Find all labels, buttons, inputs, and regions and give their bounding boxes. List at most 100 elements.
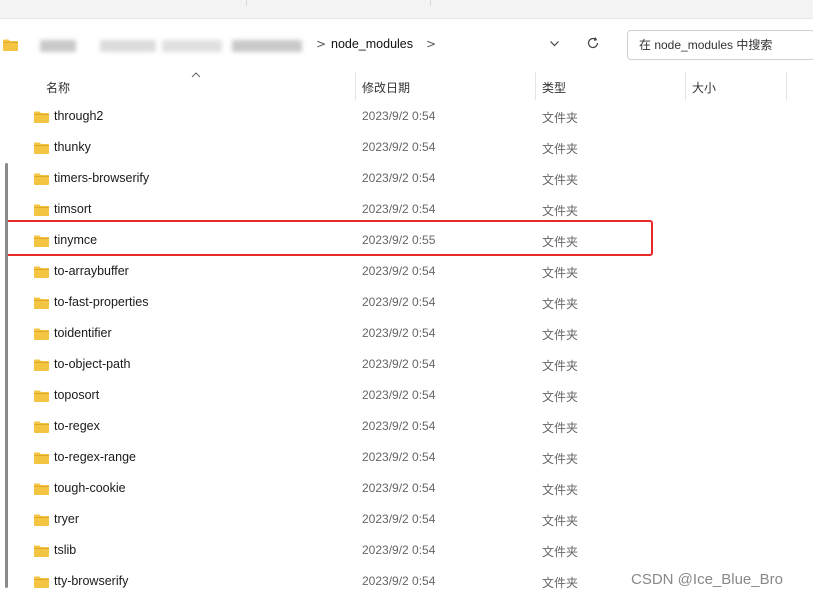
folder-icon xyxy=(3,39,18,51)
file-type: 文件夹 xyxy=(542,514,579,528)
folder-icon xyxy=(34,204,49,216)
file-name: to-object-path xyxy=(54,357,131,371)
file-modified-date: 2023/9/2 0:54 xyxy=(362,419,436,433)
file-type: 文件夹 xyxy=(542,142,579,156)
file-type: 文件夹 xyxy=(542,390,579,404)
list-item[interactable]: toposort 2023/9/2 0:54 文件夹 xyxy=(0,380,813,411)
list-item[interactable]: tslib 2023/9/2 0:54 文件夹 xyxy=(0,535,813,566)
search-box[interactable] xyxy=(627,30,813,60)
file-modified-date: 2023/9/2 0:54 xyxy=(362,295,436,309)
file-name: to-fast-properties xyxy=(54,295,149,309)
list-item[interactable]: tryer 2023/9/2 0:54 文件夹 xyxy=(0,504,813,535)
file-type: 文件夹 xyxy=(542,204,579,218)
window-top-strip xyxy=(0,0,813,19)
file-modified-date: 2023/9/2 0:54 xyxy=(362,543,436,557)
file-type: 文件夹 xyxy=(542,173,579,187)
file-modified-date: 2023/9/2 0:54 xyxy=(362,357,436,371)
breadcrumb-current[interactable]: node_modules xyxy=(331,37,413,51)
breadcrumb-separator[interactable]: > xyxy=(426,37,436,51)
list-item[interactable]: toidentifier 2023/9/2 0:54 文件夹 xyxy=(0,318,813,349)
file-modified-date: 2023/9/2 0:54 xyxy=(362,512,436,526)
list-item[interactable]: to-arraybuffer 2023/9/2 0:54 文件夹 xyxy=(0,256,813,287)
list-item[interactable]: timsort 2023/9/2 0:54 文件夹 xyxy=(0,194,813,225)
file-type: 文件夹 xyxy=(542,359,579,373)
folder-icon xyxy=(34,359,49,371)
column-header-type[interactable]: 类型 xyxy=(542,79,566,96)
file-name: through2 xyxy=(54,109,104,123)
file-modified-date: 2023/9/2 0:54 xyxy=(362,388,436,402)
file-name: toposort xyxy=(54,388,100,402)
column-divider[interactable] xyxy=(535,72,536,100)
file-type: 文件夹 xyxy=(542,328,579,342)
file-type: 文件夹 xyxy=(542,576,579,590)
column-divider[interactable] xyxy=(685,72,686,100)
file-modified-date: 2023/9/2 0:54 xyxy=(362,481,436,495)
file-type: 文件夹 xyxy=(542,483,579,497)
column-header-row: 名称 修改日期 类型 大小 xyxy=(0,72,813,102)
address-bar[interactable]: > node_modules > xyxy=(0,30,612,60)
list-item[interactable]: to-regex 2023/9/2 0:54 文件夹 xyxy=(0,411,813,442)
file-modified-date: 2023/9/2 0:54 xyxy=(362,264,436,278)
file-type: 文件夹 xyxy=(542,452,579,466)
folder-icon xyxy=(34,390,49,402)
file-type: 文件夹 xyxy=(542,545,579,559)
blurred-path-segment xyxy=(40,40,76,52)
list-item[interactable]: tough-cookie 2023/9/2 0:54 文件夹 xyxy=(0,473,813,504)
column-header-size[interactable]: 大小 xyxy=(692,79,716,96)
list-item[interactable]: to-fast-properties 2023/9/2 0:54 文件夹 xyxy=(0,287,813,318)
folder-icon xyxy=(34,266,49,278)
file-name: to-regex xyxy=(54,419,100,433)
file-name: tough-cookie xyxy=(54,481,126,495)
file-type: 文件夹 xyxy=(542,421,579,435)
file-name: thunky xyxy=(54,140,91,154)
column-header-name[interactable]: 名称 xyxy=(46,79,70,96)
folder-icon xyxy=(34,297,49,309)
column-header-modified[interactable]: 修改日期 xyxy=(362,79,410,96)
folder-icon xyxy=(34,328,49,340)
list-item[interactable]: through2 2023/9/2 0:54 文件夹 xyxy=(0,101,813,132)
blurred-path-segment xyxy=(232,40,302,52)
file-modified-date: 2023/9/2 0:54 xyxy=(362,450,436,464)
file-name: toidentifier xyxy=(54,326,112,340)
tab-divider xyxy=(430,0,431,6)
scrollbar[interactable] xyxy=(5,163,8,588)
folder-icon xyxy=(34,514,49,526)
file-modified-date: 2023/9/2 0:54 xyxy=(362,574,436,588)
search-input[interactable] xyxy=(637,37,813,53)
chevron-down-icon[interactable] xyxy=(549,38,560,52)
file-type: 文件夹 xyxy=(542,266,579,280)
file-name: timsort xyxy=(54,202,92,216)
file-name: tryer xyxy=(54,512,79,526)
file-name: to-regex-range xyxy=(54,450,136,464)
list-item[interactable]: thunky 2023/9/2 0:54 文件夹 xyxy=(0,132,813,163)
file-list: through2 2023/9/2 0:54 文件夹 thunky 2023/9/2 0… xyxy=(0,101,813,597)
file-modified-date: 2023/9/2 0:55 xyxy=(362,233,436,247)
list-item[interactable]: timers-browserify 2023/9/2 0:54 文件夹 xyxy=(0,163,813,194)
sort-ascending-icon xyxy=(191,70,201,81)
file-name: tinymce xyxy=(54,233,98,247)
list-item[interactable]: tinymce 2023/9/2 0:55 文件夹 xyxy=(0,225,813,256)
file-name: tslib xyxy=(54,543,77,557)
folder-icon xyxy=(34,235,49,247)
file-type: 文件夹 xyxy=(542,235,579,249)
folder-icon xyxy=(34,545,49,557)
blurred-path-segment xyxy=(100,40,156,52)
list-item[interactable]: to-regex-range 2023/9/2 0:54 文件夹 xyxy=(0,442,813,473)
list-item[interactable]: to-object-path 2023/9/2 0:54 文件夹 xyxy=(0,349,813,380)
column-divider[interactable] xyxy=(786,72,787,100)
column-divider[interactable] xyxy=(355,72,356,100)
watermark: CSDN @Ice_Blue_Bro xyxy=(631,571,783,588)
file-type: 文件夹 xyxy=(542,297,579,311)
refresh-icon[interactable] xyxy=(586,36,600,54)
file-modified-date: 2023/9/2 0:54 xyxy=(362,202,436,216)
tab-divider xyxy=(246,0,247,6)
file-name: to-arraybuffer xyxy=(54,264,129,278)
file-modified-date: 2023/9/2 0:54 xyxy=(362,109,436,123)
folder-icon xyxy=(34,111,49,123)
file-type: 文件夹 xyxy=(542,111,579,125)
folder-icon xyxy=(34,173,49,185)
folder-icon xyxy=(34,421,49,433)
file-modified-date: 2023/9/2 0:54 xyxy=(362,326,436,340)
folder-icon xyxy=(34,576,49,588)
file-name: timers-browserify xyxy=(54,171,150,185)
